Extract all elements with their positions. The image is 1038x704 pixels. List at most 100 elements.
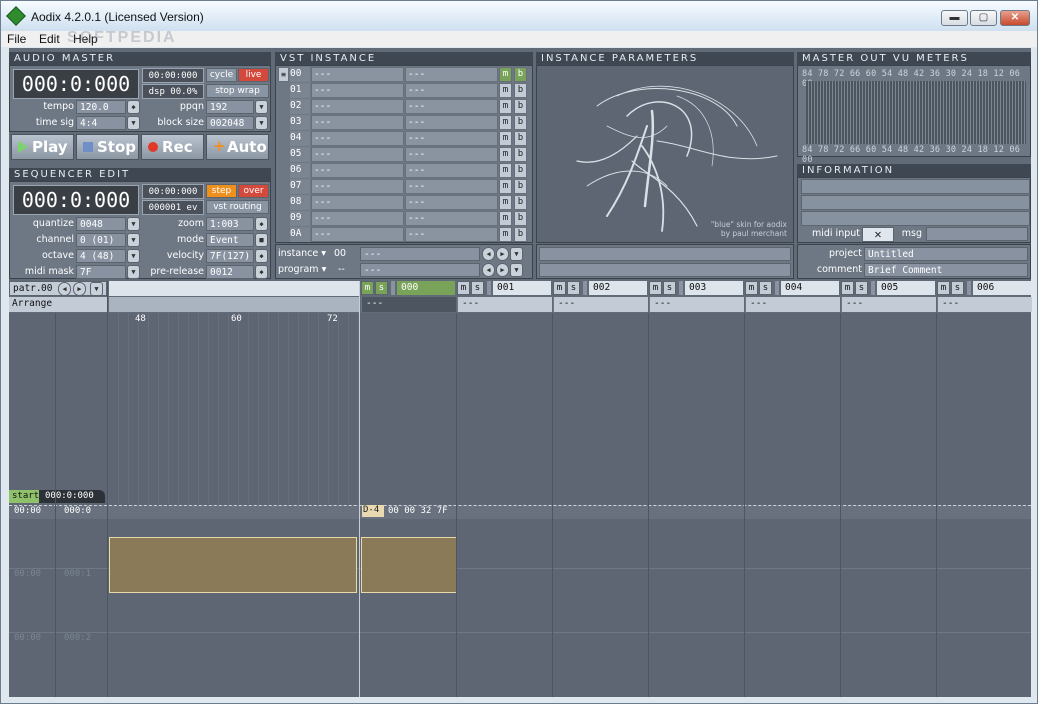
track-name[interactable]: 006 [973, 281, 1031, 295]
vst-plugin-program[interactable]: --- [405, 131, 498, 146]
vst-mute-button[interactable]: m [499, 115, 512, 130]
vst-bypass-button[interactable]: b [514, 195, 527, 210]
vst-instance-row[interactable]: 08 --- --- m b [276, 195, 531, 210]
step-button[interactable]: step [206, 184, 237, 198]
tempo-field[interactable]: 120.0 [76, 100, 126, 114]
vst-mute-button[interactable]: m [499, 195, 512, 210]
program-dropdown[interactable]: program ▾ [278, 264, 338, 275]
vst-mute-button[interactable]: m [499, 163, 512, 178]
track-sub-header[interactable]: --- [457, 297, 552, 312]
timesig-dropdown[interactable]: ▼ [127, 116, 140, 130]
vst-bypass-button[interactable]: b [514, 115, 527, 130]
vst-plugin-program[interactable]: --- [405, 99, 498, 114]
blocksize-field[interactable]: 002048 [206, 116, 254, 130]
vst-mute-button[interactable]: m [499, 179, 512, 194]
vst-instance-row[interactable]: 01 --- --- m b [276, 83, 531, 98]
vst-instance-row[interactable]: 06 --- --- m b [276, 163, 531, 178]
instance-prev-button[interactable]: ◀ [482, 247, 495, 261]
vst-plugin-program[interactable]: --- [405, 67, 498, 82]
vst-plugin-name[interactable]: --- [311, 147, 404, 162]
vst-mute-button[interactable]: m [499, 147, 512, 162]
track-sub-header[interactable]: --- [553, 297, 648, 312]
ppqn-field[interactable]: 192 [206, 100, 254, 114]
mode-field[interactable]: Event [206, 233, 254, 247]
vst-plugin-program[interactable]: --- [405, 179, 498, 194]
vst-bypass-button[interactable]: b [514, 83, 527, 98]
event-grid[interactable] [9, 504, 1031, 697]
track-mute-button[interactable]: m [457, 281, 470, 295]
vst-plugin-program[interactable]: --- [405, 115, 498, 130]
vst-plugin-name[interactable]: --- [311, 179, 404, 194]
zoom-field[interactable]: 1:003 [206, 217, 254, 231]
midi-input-close-icon[interactable]: ✕ [862, 227, 894, 242]
prerelease-field[interactable]: 0012 [206, 265, 254, 279]
menu-file[interactable]: File [7, 32, 26, 46]
menu-edit[interactable]: Edit [39, 32, 60, 46]
vst-instance-row[interactable]: 05 --- --- m b [276, 147, 531, 162]
octave-field[interactable]: 4 (48) [76, 249, 126, 263]
track-name[interactable]: 004 [781, 281, 839, 295]
play-button[interactable]: Play [11, 134, 74, 160]
instance-next-button[interactable]: ▶ [496, 247, 509, 261]
vst-plugin-name[interactable]: --- [311, 115, 404, 130]
program-next-button[interactable]: ▶ [496, 263, 509, 277]
track-sub-header[interactable]: --- [361, 297, 456, 312]
track-solo-button[interactable]: s [759, 281, 772, 295]
vst-mute-button[interactable]: m [499, 211, 512, 226]
quantize-dropdown[interactable]: ▼ [127, 217, 140, 231]
vst-plugin-name[interactable]: --- [311, 211, 404, 226]
octave-dropdown[interactable]: ▼ [127, 249, 140, 263]
blocksize-dropdown[interactable]: ▼ [255, 116, 268, 130]
track-mute-button[interactable]: m [937, 281, 950, 295]
vst-plugin-name[interactable]: --- [311, 195, 404, 210]
track-solo-button[interactable]: s [855, 281, 868, 295]
ppqn-dropdown[interactable]: ▼ [255, 100, 268, 114]
vst-bypass-button[interactable]: b [514, 131, 527, 146]
vst-plugin-name[interactable]: --- [311, 227, 404, 242]
vst-plugin-program[interactable]: --- [405, 195, 498, 210]
start-marker[interactable]: start 000:0:000 [9, 490, 105, 503]
auto-button[interactable]: + Auto [206, 134, 269, 160]
vst-instance-row[interactable]: 04 --- --- m b [276, 131, 531, 146]
track-name[interactable]: 001 [493, 281, 551, 295]
vst-instance-row[interactable]: 03 --- --- m b [276, 115, 531, 130]
vst-plugin-program[interactable]: --- [405, 147, 498, 162]
vst-bypass-button[interactable]: b [514, 179, 527, 194]
quantize-field[interactable]: 0048 [76, 217, 126, 231]
vst-plugin-name[interactable]: --- [311, 83, 404, 98]
vst-mute-button[interactable]: m [499, 227, 512, 242]
vst-instance-row[interactable]: 07 --- --- m b [276, 179, 531, 194]
track-sub-header[interactable]: --- [937, 297, 1032, 312]
pattern-prev-button[interactable]: ◀ [58, 282, 71, 296]
vst-plugin-program[interactable]: --- [405, 227, 498, 242]
midimask-field[interactable]: 7F [76, 265, 126, 279]
vst-instance-row[interactable]: 09 --- --- m b [276, 211, 531, 226]
vst-bypass-button[interactable]: b [514, 67, 527, 82]
vst-instance-row[interactable]: 0A --- --- m b [276, 227, 531, 242]
track-solo-button[interactable]: s [663, 281, 676, 295]
program-prev-button[interactable]: ◀ [482, 263, 495, 277]
velocity-spinner[interactable]: ◆ [255, 249, 268, 263]
pattern-next-button[interactable]: ▶ [73, 282, 86, 296]
arrange-clip-block[interactable] [109, 537, 357, 593]
track-mute-button[interactable]: m [745, 281, 758, 295]
vst-plugin-program[interactable]: --- [405, 211, 498, 226]
vst-bypass-button[interactable]: b [514, 99, 527, 114]
over-button[interactable]: over [238, 184, 269, 198]
track-sub-header[interactable]: --- [649, 297, 744, 312]
event-note[interactable]: D-4 [362, 505, 384, 517]
prerelease-spinner[interactable]: ◆ [255, 265, 268, 279]
vst-mute-button[interactable]: m [499, 131, 512, 146]
vst-plugin-name[interactable]: --- [311, 163, 404, 178]
track-solo-button[interactable]: s [375, 281, 388, 295]
vst-plugin-program[interactable]: --- [405, 83, 498, 98]
mode-toggle[interactable]: ■ [255, 233, 268, 247]
minimize-button[interactable]: ▬ [941, 10, 968, 26]
maximize-button[interactable]: ▢ [970, 10, 997, 26]
event-note-block[interactable] [361, 537, 457, 593]
vst-bypass-button[interactable]: b [514, 147, 527, 162]
vst-instance-row[interactable]: 02 --- --- m b [276, 99, 531, 114]
vst-routing-button[interactable]: vst routing [206, 200, 269, 214]
track-solo-button[interactable]: s [951, 281, 964, 295]
vst-plugin-name[interactable]: --- [311, 67, 404, 82]
